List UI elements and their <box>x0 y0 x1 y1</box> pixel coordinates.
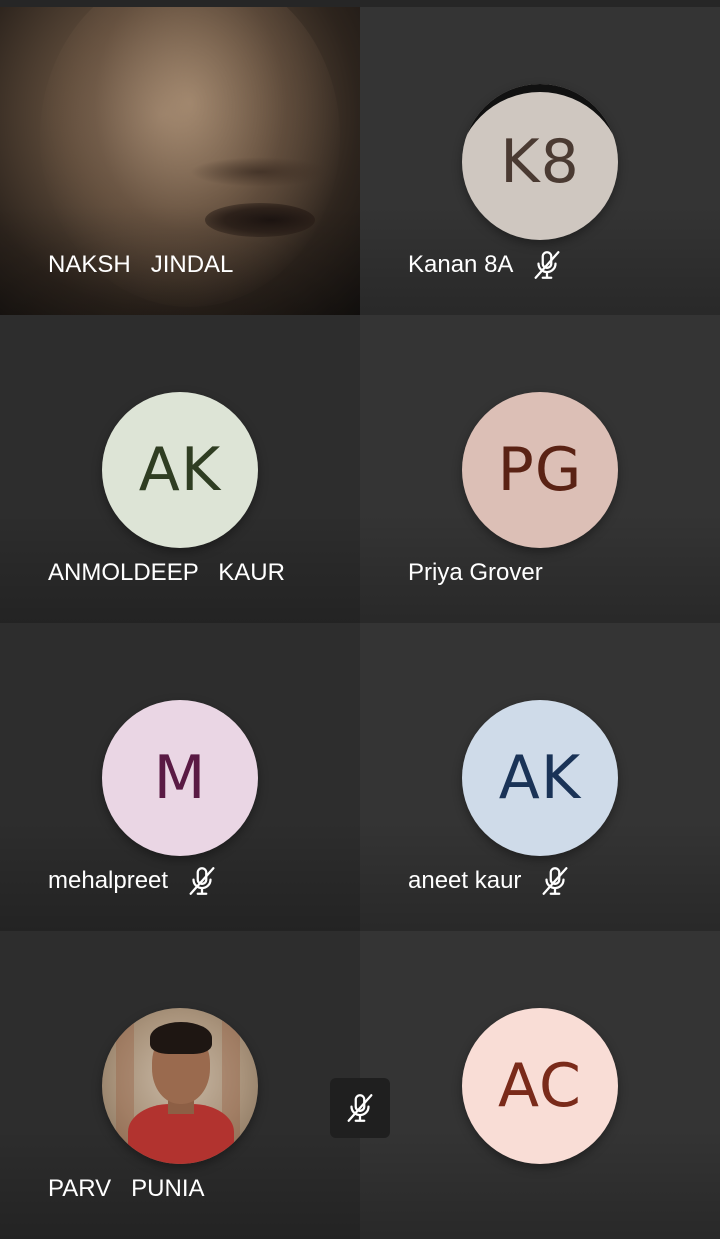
avatar-initials: K8 <box>500 127 580 197</box>
avatar: M <box>102 700 258 856</box>
avatar-initials: PG <box>497 435 583 505</box>
participant-name: aneet kaur <box>408 867 522 894</box>
mic-off-icon <box>184 863 220 899</box>
avatar: AK <box>462 700 618 856</box>
participant-name-row: Kanan 8A <box>408 247 565 283</box>
profile-photo <box>102 1008 258 1164</box>
participant-name: ANMOLDEEP KAUR <box>48 559 285 586</box>
avatar: AC <box>462 1008 618 1164</box>
participant-tile-aneet-kaur[interactable]: AK aneet kaur <box>360 623 720 931</box>
participant-name-row: mehalpreet <box>48 863 220 899</box>
avatar-initials: AC <box>498 1051 582 1121</box>
mic-off-icon <box>537 863 573 899</box>
avatar-initials: AK <box>138 435 222 505</box>
participant-tile-anmoldeep-kaur[interactable]: AK ANMOLDEEP KAUR <box>0 315 360 623</box>
participant-name-row: PARV PUNIA <box>48 1171 205 1207</box>
participant-name-row: Priya Grover <box>408 555 543 591</box>
self-mic-toggle-button[interactable] <box>330 1078 390 1138</box>
participant-name: PARV PUNIA <box>48 1175 205 1202</box>
participant-tile-parv-punia[interactable]: PARV PUNIA <box>0 931 360 1239</box>
mic-off-icon <box>347 1094 373 1122</box>
participant-tile-priya-grover[interactable]: PG Priya Grover <box>360 315 720 623</box>
participant-tile-mehalpreet[interactable]: M mehalpreet <box>0 623 360 931</box>
avatar-initials: AK <box>498 743 582 813</box>
participant-name-row: aneet kaur <box>408 863 573 899</box>
participant-name: Priya Grover <box>408 559 543 586</box>
avatar: K8 <box>462 84 618 240</box>
participant-name: Kanan 8A <box>408 251 514 278</box>
participant-name-row: ANMOLDEEP KAUR <box>48 555 285 591</box>
participant-tile-ac[interactable]: AC <box>360 931 720 1239</box>
avatar-initials: M <box>153 743 207 813</box>
avatar: AK <box>102 392 258 548</box>
participant-tile-kanan-8a[interactable]: K8 Kanan 8A <box>360 7 720 315</box>
mic-off-icon <box>529 247 565 283</box>
participant-name-row: NAKSH JINDAL <box>48 247 233 283</box>
video-feed-detail <box>190 157 330 187</box>
participant-name: NAKSH JINDAL <box>48 251 234 278</box>
top-edge <box>0 0 720 7</box>
avatar: PG <box>462 392 618 548</box>
photo-detail <box>150 1022 212 1054</box>
participant-tile-naksh-jindal[interactable]: NAKSH JINDAL <box>0 7 360 315</box>
participant-name: mehalpreet <box>48 867 169 894</box>
participant-grid: NAKSH JINDAL K8 Kanan 8A AK ANMOLDEEP KA… <box>0 7 720 1239</box>
video-feed-detail <box>205 203 315 237</box>
